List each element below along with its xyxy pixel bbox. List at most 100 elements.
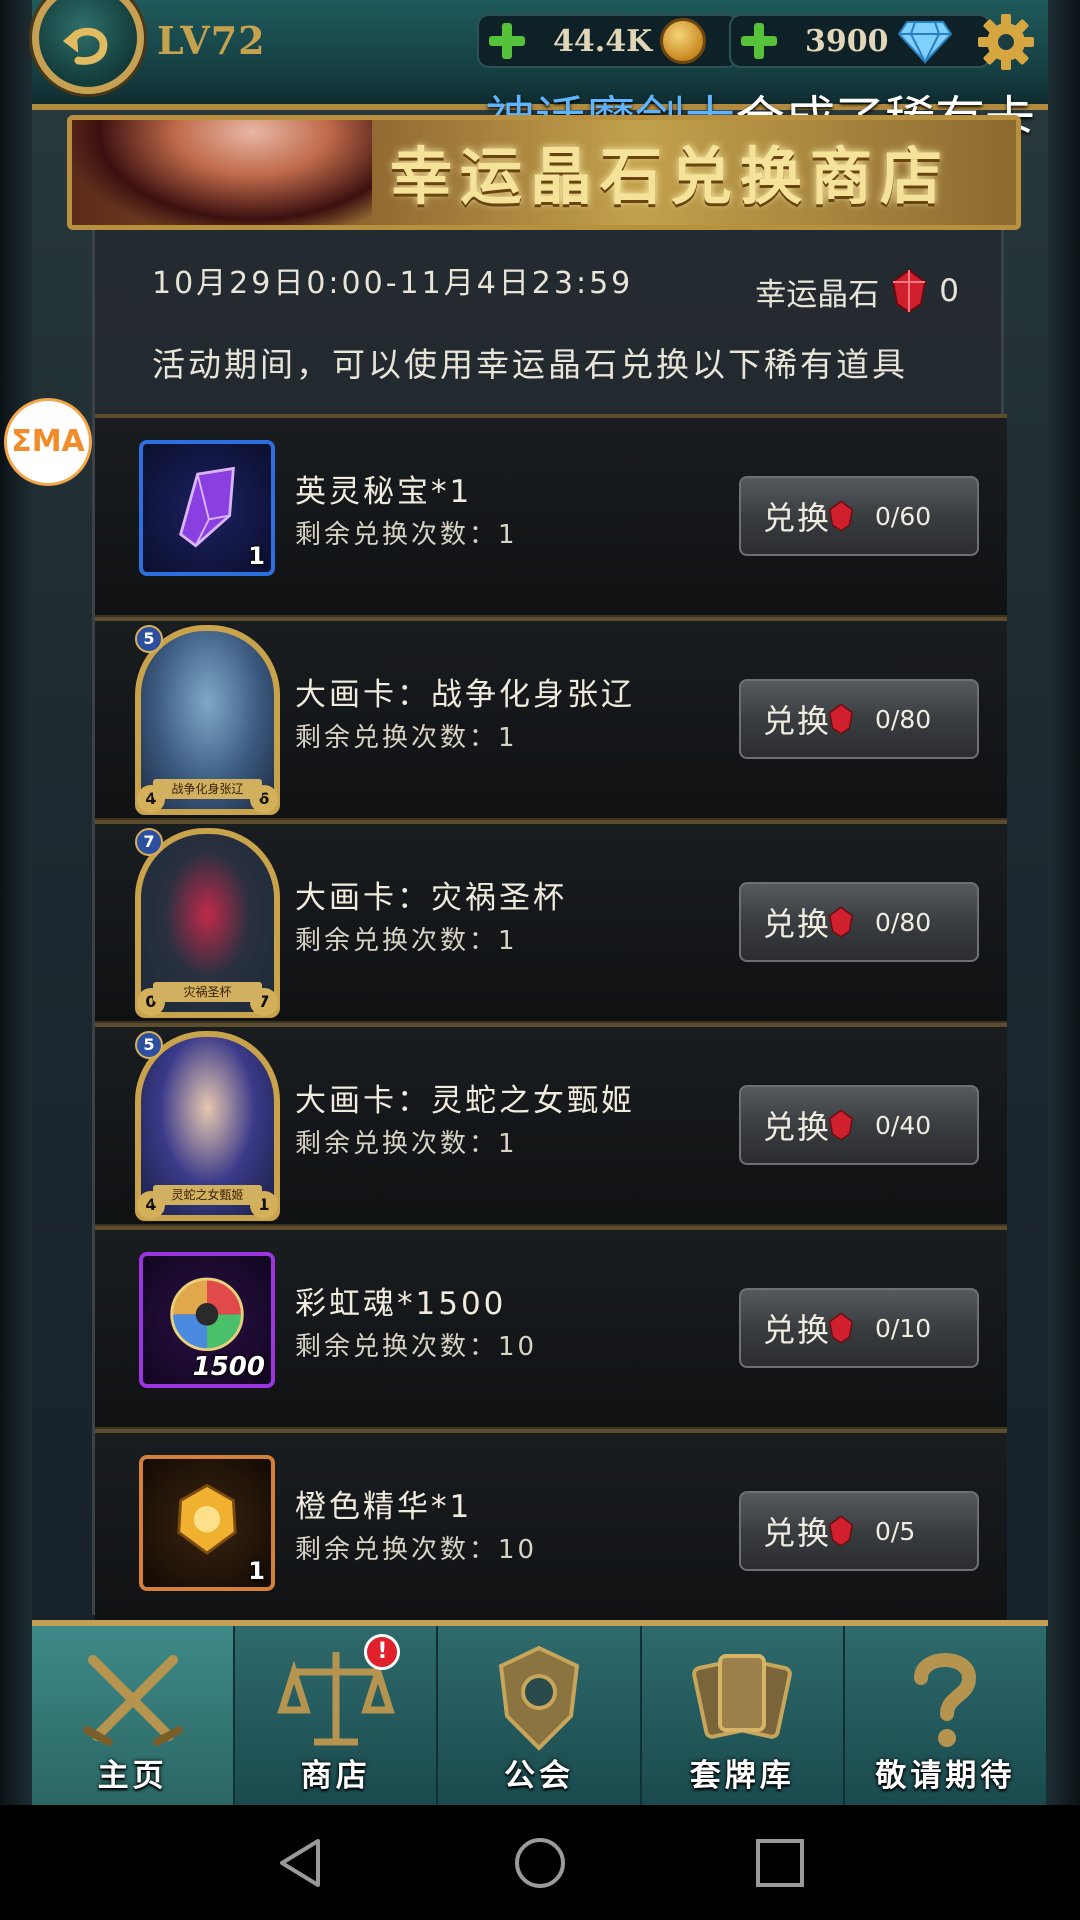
home-circle-icon[interactable] xyxy=(512,1835,568,1891)
ruby-icon xyxy=(829,1515,853,1547)
exchange-panel: 10月29日0:00-11月4日23:59 幸运晶石 0 活动期间，可以使用幸运… xyxy=(92,230,1007,1632)
item-name: 大画卡：灵蛇之女甄姬 xyxy=(295,1083,635,1119)
item-name: 彩虹魂*1500 xyxy=(295,1286,507,1322)
exchange-label: 兑换 xyxy=(763,905,832,943)
item-quantity: 1 xyxy=(248,1557,265,1585)
nav-label: 套牌库 xyxy=(689,1758,795,1794)
guild-emblem-icon xyxy=(498,1645,580,1751)
coin-icon xyxy=(660,18,707,64)
item-remaining: 剩余兑换次数：1 xyxy=(295,1129,518,1159)
exchange-cost: 0/60 xyxy=(875,501,932,531)
lucky-stone-balance: 幸运晶石 0 xyxy=(755,268,959,314)
nav-deck[interactable]: 套牌库 xyxy=(642,1626,845,1805)
exchange-cost: 0/40 xyxy=(875,1110,932,1140)
banner-character-art xyxy=(72,120,372,225)
shop-title: 幸运晶石兑换商店 xyxy=(390,140,951,213)
nav-label: 商店 xyxy=(300,1758,371,1794)
gold-counter: 44.4K xyxy=(477,14,739,68)
nav-coming-soon[interactable]: 敬请期待 xyxy=(845,1626,1049,1805)
item-name: 大画卡：战争化身张辽 xyxy=(295,677,635,713)
recents-square-icon[interactable] xyxy=(752,1835,808,1891)
card-name-plate: 灵蛇之女甄姬 xyxy=(153,1185,262,1205)
left-border xyxy=(0,0,32,1805)
list-item: 5 4 6 战争化身张辽 大画卡：战争化身张辽 剩余兑换次数：1 兑换 0/80 xyxy=(95,617,1007,820)
card-star-badge: 7 xyxy=(135,828,163,856)
card-star-badge: 5 xyxy=(135,1031,163,1059)
exchange-label: 兑换 xyxy=(763,1311,832,1349)
nav-label: 主页 xyxy=(97,1758,168,1794)
hero-card-thumbnail: 7 0 7 灾祸圣杯 xyxy=(135,828,280,1018)
diamond-value: 3900 xyxy=(805,23,889,59)
exchange-label: 兑换 xyxy=(763,1108,832,1146)
ruby-icon xyxy=(829,500,853,532)
exchange-label: 兑换 xyxy=(763,1514,832,1552)
ruby-icon xyxy=(892,268,927,314)
diamond-counter: 3900 xyxy=(729,14,991,68)
game-screen: LV72 44.4K 3900 幸运晶石兑换商店 10月29日0:00-11月4… xyxy=(0,0,1080,1805)
add-diamond-button[interactable] xyxy=(739,21,779,61)
nav-shop[interactable]: ! 商店 xyxy=(235,1626,439,1805)
list-item: 1 英灵秘宝*1 剩余兑换次数：1 兑换 0/60 xyxy=(95,414,1007,617)
item-remaining: 剩余兑换次数：10 xyxy=(295,1535,538,1565)
exchange-button[interactable]: 兑换 0/5 xyxy=(739,1491,979,1571)
back-triangle-icon[interactable] xyxy=(272,1835,328,1891)
shop-banner: 幸运晶石兑换商店 xyxy=(67,115,1021,230)
exchange-cost: 0/5 xyxy=(875,1516,916,1546)
system-nav-bar xyxy=(0,1805,1080,1920)
exchange-button[interactable]: 兑换 0/40 xyxy=(739,1085,979,1165)
player-level: LV72 xyxy=(157,18,266,63)
item-quantity: 1 xyxy=(248,542,265,570)
item-name: 大画卡：灾祸圣杯 xyxy=(295,880,567,916)
exchange-button[interactable]: 兑换 0/10 xyxy=(739,1288,979,1368)
item-quantity: 1500 xyxy=(192,1352,265,1382)
item-thumbnail: 1 xyxy=(139,1455,275,1591)
item-remaining: 剩余兑换次数：10 xyxy=(295,1332,538,1362)
crossed-swords-icon xyxy=(82,1655,183,1746)
hero-card-thumbnail: 5 4 1 灵蛇之女甄姬 xyxy=(135,1031,280,1221)
ruby-icon xyxy=(829,1109,853,1141)
lucky-stone-label: 幸运晶石 xyxy=(755,276,880,313)
nav-label: 公会 xyxy=(504,1758,574,1794)
item-remaining: 剩余兑换次数：1 xyxy=(295,520,518,550)
item-name: 英灵秘宝*1 xyxy=(295,474,473,510)
lucky-stone-count: 0 xyxy=(939,273,959,309)
ruby-icon xyxy=(829,1312,853,1344)
exchange-list: 1 英灵秘宝*1 剩余兑换次数：1 兑换 0/60 5 4 6 战争化身张辽 大… xyxy=(95,414,1007,1632)
nav-label: 敬请期待 xyxy=(875,1758,1016,1794)
card-name-plate: 战争化身张辽 xyxy=(153,779,262,799)
item-remaining: 剩余兑换次数：1 xyxy=(295,723,518,753)
exchange-cost: 0/80 xyxy=(875,704,932,734)
right-border xyxy=(1048,0,1080,1805)
ema-overlay-button[interactable]: ΣMA xyxy=(4,398,92,486)
exchange-cost: 0/10 xyxy=(875,1313,932,1343)
diamond-icon xyxy=(897,21,952,64)
event-period: 10月29日0:00-11月4日23:59 xyxy=(152,266,634,301)
exchange-label: 兑换 xyxy=(763,499,832,537)
exchange-button[interactable]: 兑换 0/60 xyxy=(739,476,979,556)
exchange-button[interactable]: 兑换 0/80 xyxy=(739,882,979,962)
ruby-icon xyxy=(829,703,853,735)
nav-home[interactable]: 主页 xyxy=(32,1626,236,1805)
gold-value: 44.4K xyxy=(553,23,653,59)
cards-icon xyxy=(692,1654,793,1739)
settings-gear-icon[interactable] xyxy=(976,12,1036,72)
exchange-label: 兑换 xyxy=(763,702,832,740)
item-name: 橙色精华*1 xyxy=(295,1489,473,1525)
list-item: 5 4 1 灵蛇之女甄姬 大画卡：灵蛇之女甄姬 剩余兑换次数：1 兑换 0/40 xyxy=(95,1023,1007,1226)
back-arrow-icon xyxy=(62,27,108,65)
list-item: 1500 彩虹魂*1500 剩余兑换次数：10 兑换 0/10 xyxy=(95,1226,1007,1429)
back-button[interactable] xyxy=(32,0,144,94)
bottom-nav: 主页 ! 商店 公会 套牌库 敬请期待 xyxy=(32,1620,1049,1805)
list-item: 1 橙色精华*1 剩余兑换次数：10 兑换 0/5 xyxy=(95,1429,1007,1632)
item-thumbnail: 1500 xyxy=(139,1252,275,1388)
nav-guild[interactable]: 公会 xyxy=(438,1626,642,1805)
exchange-button[interactable]: 兑换 0/80 xyxy=(739,679,979,759)
card-name-plate: 灾祸圣杯 xyxy=(153,982,262,1002)
hero-card-thumbnail: 5 4 6 战争化身张辽 xyxy=(135,625,280,815)
ruby-icon xyxy=(829,906,853,938)
event-description: 活动期间，可以使用幸运晶石兑换以下稀有道具 xyxy=(152,345,908,384)
item-thumbnail: 1 xyxy=(139,440,275,576)
add-gold-button[interactable] xyxy=(487,21,527,61)
list-item: 7 0 7 灾祸圣杯 大画卡：灾祸圣杯 剩余兑换次数：1 兑换 0/80 xyxy=(95,820,1007,1023)
question-mark-icon xyxy=(914,1653,977,1747)
